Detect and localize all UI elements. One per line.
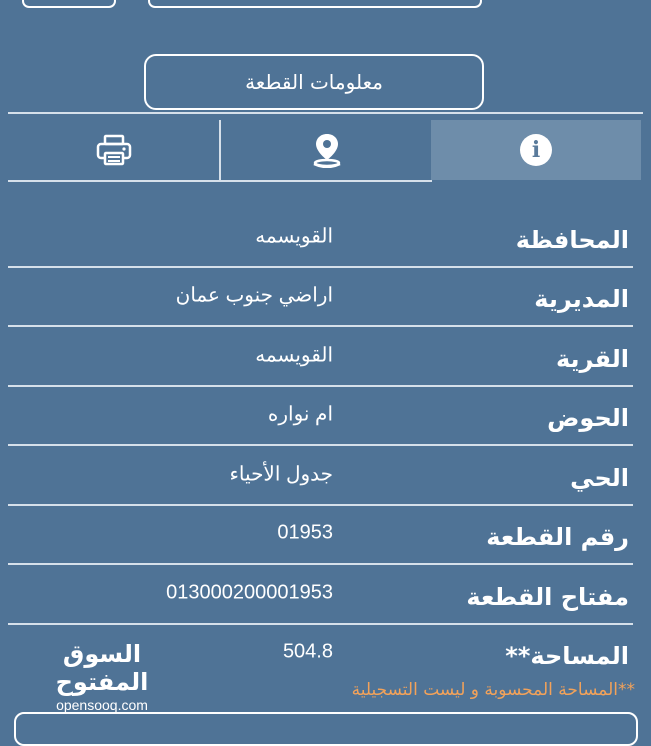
detail-value: 013000200001953 [166,581,333,604]
detail-label: رقم القطعة [486,523,629,552]
detail-row-directorate: المديرية اراضي جنوب عمان [8,268,633,327]
printer-icon [96,134,131,166]
detail-row-governorate: المحافظة القويسمه [8,208,633,268]
bottom-element[interactable] [14,712,638,746]
plot-info-header-label: معلومات القطعة [245,70,383,94]
detail-label: المساحة** [505,642,629,671]
detail-label: القرية [555,344,629,373]
top-element-right[interactable] [148,0,482,8]
detail-value: القويسمه [255,344,333,366]
detail-label: الحي [570,463,629,492]
detail-label: المحافظة [515,225,629,254]
info-icon: i [520,134,552,166]
detail-label: مفتاح القطعة [466,582,629,611]
tab-print[interactable] [8,120,219,182]
detail-value: 504.8 [282,640,333,663]
detail-row-plot-key: مفتاح القطعة 013000200001953 [8,565,633,625]
detail-value: ام نواره [267,403,333,426]
detail-label: المديرية [534,285,629,314]
top-element-left[interactable] [22,0,116,8]
detail-value: اراضي جنوب عمان [175,284,333,307]
tab-info[interactable]: i [431,120,641,180]
detail-row-neighborhood: الحي جدول الأحياء [8,446,633,506]
tab-location[interactable] [219,120,432,182]
plot-info-header-button[interactable]: معلومات القطعة [144,54,484,110]
plot-details-list: المحافظة القويسمه المديرية اراضي جنوب عم… [8,208,633,682]
opensooq-watermark-logo: السوق المفتوح opensooq.com [22,640,182,714]
area-footnote: **المساحة المحسوبة و ليست التسجيلية [351,680,635,700]
detail-value: القويسمه [255,225,333,247]
detail-row-basin: الحوض ام نواره [8,387,633,446]
detail-row-village: القرية القويسمه [8,327,633,387]
location-pin-icon [312,134,341,168]
tab-bar: i [8,120,641,182]
detail-value: 01953 [277,521,333,544]
detail-value: جدول الأحياء [229,463,333,485]
detail-row-plot-number: رقم القطعة 01953 [8,506,633,565]
header-divider [8,112,643,114]
detail-label: الحوض [547,404,629,433]
watermark-arabic: السوق المفتوح [55,640,149,696]
